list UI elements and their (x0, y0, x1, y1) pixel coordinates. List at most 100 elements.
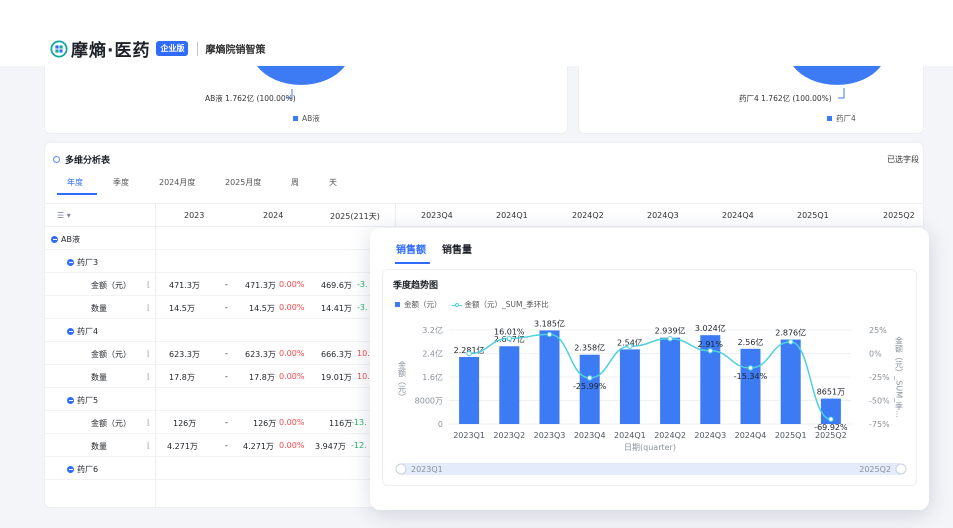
tab-week[interactable]: 周 (291, 177, 299, 188)
popup-tab-underline (395, 262, 430, 264)
collapse-icon[interactable] (67, 259, 74, 266)
chart-canvas[interactable]: 0 8000万 1.6亿 2.4亿 3.2亿 -75% -50% -25% 0% 25% 金额（元）… (383, 270, 918, 487)
col-header[interactable]: 2023 (184, 211, 204, 220)
trend-popup: 销售额 销售量 季度趋势图 金额（元） 金额（元）_SUM_季环比 0 8000万… (370, 228, 929, 510)
y-tick-label: 0 (438, 420, 443, 429)
range-slider-handle-start[interactable] (395, 463, 407, 475)
selected-fields-link[interactable]: 已选字段 (887, 154, 919, 165)
range-slider-track[interactable] (397, 463, 905, 475)
tab-sales-volume[interactable]: 销售量 (442, 241, 472, 256)
qoq-point-2023Q4[interactable] (587, 375, 593, 381)
qoq-point-2024Q1[interactable] (627, 343, 633, 349)
qoq-point-2025Q2[interactable] (828, 416, 834, 422)
col-header[interactable]: 2024Q4 (722, 211, 754, 220)
tab-year[interactable]: 年度 (67, 177, 83, 188)
brand-name: 摩熵·医药 (71, 41, 151, 61)
collapse-icon[interactable] (67, 466, 74, 473)
cell-change: 10. (357, 372, 370, 381)
line-chart-icon[interactable]: ⌊ (147, 441, 150, 450)
line-chart-icon[interactable]: ⌊ (147, 372, 150, 381)
cell-value: 116万 (329, 419, 353, 428)
pie-slice[interactable] (793, 66, 881, 85)
line-chart-icon[interactable]: ⌊ (147, 303, 150, 312)
qoq-value-label: -25.99% (573, 382, 607, 391)
cell-value: - (225, 280, 228, 289)
x-tick-label: 2025Q1 (775, 431, 807, 440)
cell-change: -3. (357, 303, 368, 312)
range-slider-handle-end[interactable] (895, 463, 907, 475)
col-header[interactable]: 2024Q1 (496, 211, 528, 220)
group-label: AB液 (61, 235, 80, 244)
x-tick-label: 2023Q1 (453, 431, 485, 440)
col-header[interactable]: 2025Q2 (883, 211, 915, 220)
product-name: 摩熵院销智策 (205, 45, 266, 56)
qoq-point-2023Q2[interactable] (506, 335, 513, 342)
tab-2025-monthly[interactable]: 2025月度 (225, 177, 261, 188)
y2-tick-label: 25% (869, 326, 887, 335)
cell-change: 0.00% (279, 418, 305, 427)
col-header[interactable]: 2024 (263, 211, 283, 220)
y-tick-label: 3.2亿 (422, 325, 443, 335)
tab-sales-amount[interactable]: 销售额 (396, 241, 426, 256)
x-tick-label: 2024Q1 (614, 431, 646, 440)
bar-2025Q1[interactable] (780, 339, 801, 424)
cell-change: -12. (351, 441, 367, 450)
cell-value: 14.5万 (249, 304, 275, 313)
line-chart-icon[interactable]: ⌊ (147, 418, 150, 427)
pie-legend-item[interactable]: 药厂4 (827, 113, 856, 124)
tab-day[interactable]: 天 (329, 177, 337, 188)
bar-2024Q4[interactable] (740, 348, 761, 424)
tree-toggle-icon[interactable]: ☰ ▾ (57, 211, 71, 220)
metric-label: 数量 (91, 304, 107, 313)
qoq-point-2024Q4[interactable] (747, 365, 754, 371)
bar-2024Q2[interactable] (660, 337, 681, 424)
cell-value: 126万 (253, 419, 277, 428)
cell-value: 4.271万 (167, 442, 198, 451)
line-chart-icon[interactable]: ⌊ (147, 280, 150, 289)
popup-tabs: 销售额 销售量 (396, 241, 472, 256)
x-tick-label: 2023Q4 (574, 431, 606, 440)
bar-value-label: 2.56亿 (738, 337, 764, 347)
qoq-point-2025Q1[interactable] (788, 339, 794, 345)
x-tick-label: 2024Q2 (654, 431, 686, 440)
bar-2023Q3[interactable] (539, 330, 560, 424)
cell-value: 14.41万 (321, 304, 352, 313)
pie-slice[interactable] (257, 66, 345, 85)
col-header[interactable]: 2025Q1 (797, 211, 829, 220)
line-chart-icon[interactable]: ⌊ (147, 349, 150, 358)
tab-quarter[interactable]: 季度 (113, 177, 129, 188)
y2-tick-label: 0% (869, 350, 882, 359)
col-header[interactable]: 2024Q2 (572, 211, 604, 220)
qoq-point-2024Q3[interactable] (707, 348, 713, 354)
pie-legend-item[interactable]: AB液 (293, 113, 320, 124)
col-header[interactable]: 2024Q3 (647, 211, 679, 220)
collapse-icon[interactable] (51, 236, 58, 243)
collapse-icon[interactable] (67, 397, 74, 404)
col-header[interactable]: 2023Q4 (421, 211, 453, 220)
tab-2024-monthly[interactable]: 2024月度 (159, 177, 195, 188)
cell-value: 623.3万 (169, 350, 200, 359)
bar-value-label: 2.876亿 (775, 328, 806, 338)
group-label: 药厂4 (77, 327, 99, 336)
qoq-point-2023Q1[interactable] (466, 350, 472, 357)
y-tick-label: 8000万 (415, 397, 443, 406)
qoq-point-2024Q2[interactable] (667, 336, 673, 342)
cell-value: 469.6万 (321, 281, 352, 290)
cell-value: - (225, 349, 228, 358)
app-header: 摩熵·医药 企业版 摩熵院销智策 (0, 0, 953, 66)
qoq-point-2023Q3[interactable] (546, 331, 553, 338)
y2-tick-label: -75% (869, 420, 890, 429)
bar-2023Q2[interactable] (499, 346, 520, 424)
pie-leader-line (838, 88, 845, 99)
legend-swatch (827, 116, 832, 121)
bar-2024Q1[interactable] (619, 349, 640, 424)
pie-legend-label: AB液 (302, 114, 320, 123)
cell-value: 19.01万 (321, 373, 352, 382)
brand[interactable]: 摩熵·医药 企业版 摩熵院销智策 (50, 36, 265, 61)
x-tick-label: 2024Q4 (735, 431, 767, 440)
metric-label: 金额（元） (91, 281, 131, 290)
collapse-icon[interactable] (67, 328, 74, 335)
bar-2023Q1[interactable] (459, 356, 480, 424)
col-header[interactable]: 2025(211天) (330, 211, 380, 222)
qoq-value-label: -15.34% (734, 372, 768, 381)
